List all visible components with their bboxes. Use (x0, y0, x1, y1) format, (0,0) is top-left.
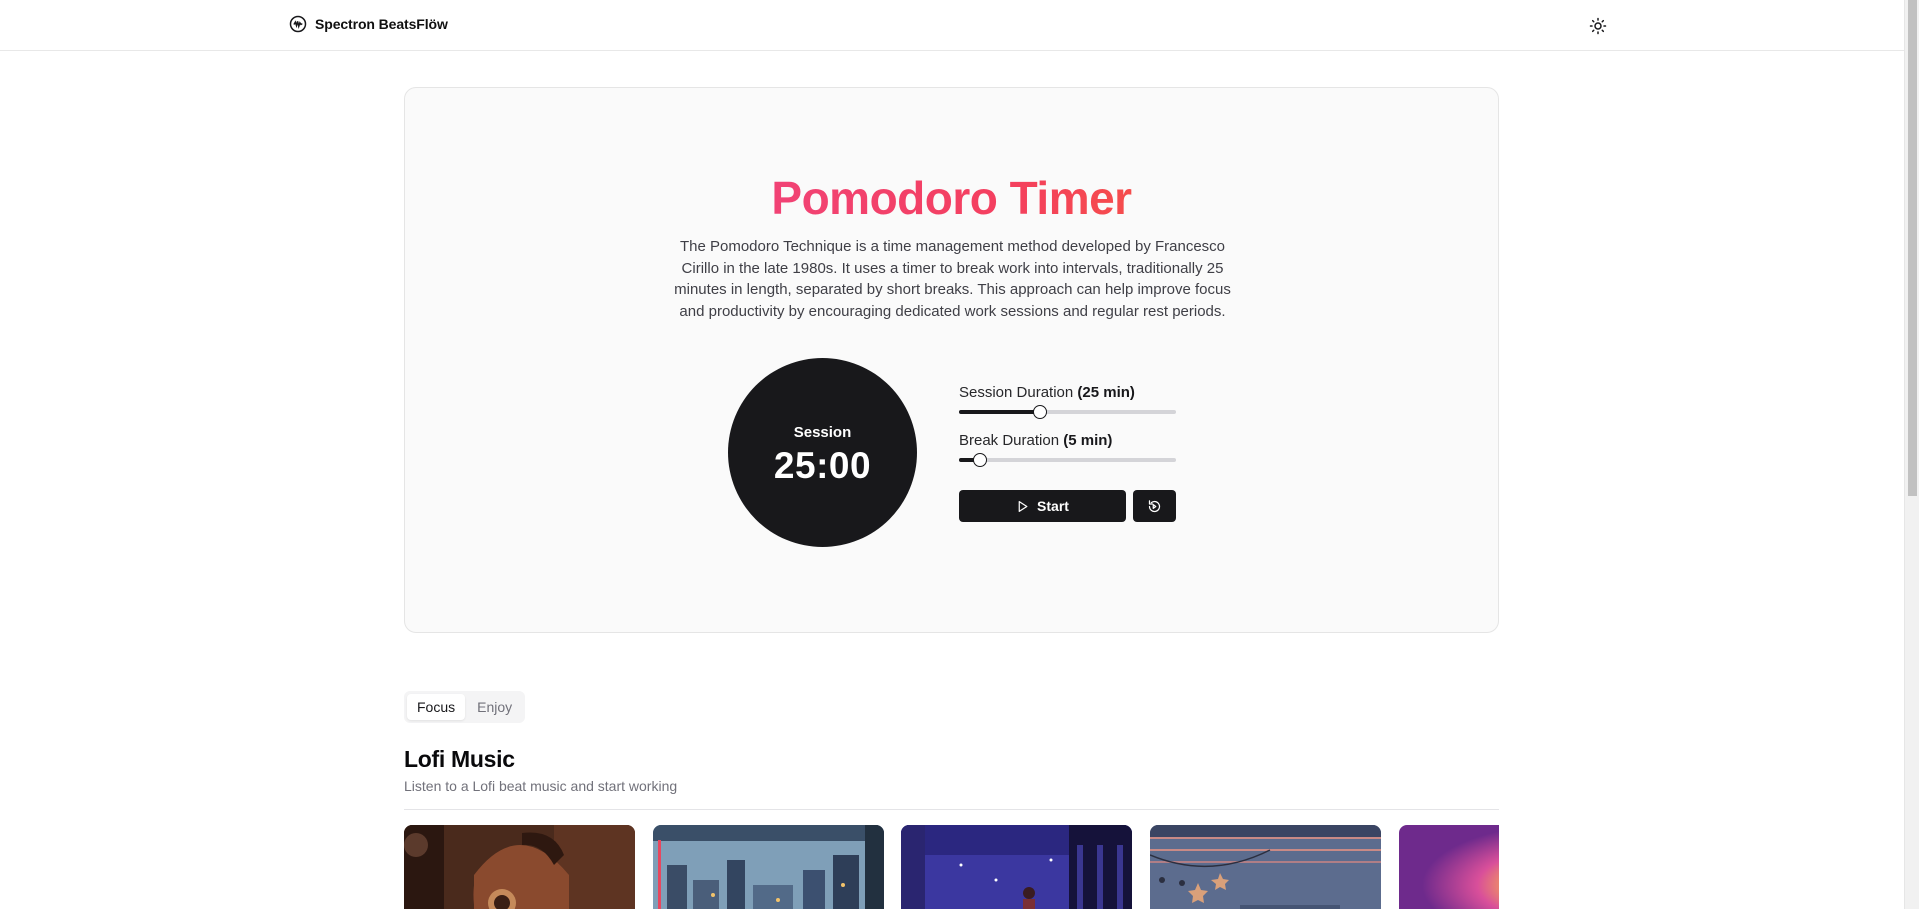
session-duration-value: (25 min) (1077, 384, 1135, 401)
slider-thumb[interactable] (973, 453, 987, 467)
session-duration-slider[interactable] (959, 405, 1176, 419)
card-thumbnail (901, 825, 1132, 909)
break-duration-label: Break Duration (5 min) (959, 432, 1176, 449)
break-duration-value: (5 min) (1063, 432, 1113, 449)
lofi-card-rainy-city[interactable] (653, 825, 884, 909)
pomodoro-description: The Pomodoro Technique is a time managem… (674, 238, 1231, 321)
break-duration-text: Break Duration (959, 432, 1060, 449)
play-icon (1018, 500, 1028, 512)
timer-mode-label: Session (793, 424, 852, 441)
top-navigation-bar: Spectron BeatsFlöw (0, 0, 1904, 51)
reset-button[interactable] (1133, 490, 1176, 522)
brand-name: Spectron BeatsFlöw (315, 16, 448, 32)
music-card-list (404, 825, 1499, 909)
music-mode-tabs: Focus Enjoy (404, 691, 526, 723)
sun-icon (1589, 17, 1607, 35)
break-duration-slider[interactable] (959, 453, 1176, 467)
lofi-card-night-window[interactable] (901, 825, 1132, 909)
timer-controls: Session Duration (25 min) Break Duration… (959, 384, 1176, 522)
lofi-card-headphones-girl[interactable] (404, 825, 635, 909)
session-duration-label: Session Duration (25 min) (959, 384, 1176, 401)
waveform-logo-icon (289, 15, 307, 33)
section-subtitle: Listen to a Lofi beat music and start wo… (404, 778, 678, 794)
pomodoro-card: Pomodoro Timer The Pomodoro Technique is… (404, 87, 1499, 633)
scrollbar-thumb[interactable] (1908, 0, 1917, 496)
tab-focus[interactable]: Focus (407, 694, 466, 720)
session-duration-text: Session Duration (959, 384, 1074, 401)
theme-toggle-button[interactable] (1584, 14, 1612, 38)
brand[interactable]: Spectron BeatsFlöw (289, 15, 448, 33)
section-title: Lofi Music (404, 746, 515, 772)
timer-display: Session 25:00 (728, 358, 917, 547)
slider-thumb[interactable] (1033, 405, 1047, 419)
lofi-card-star-lights[interactable] (1150, 825, 1381, 909)
timer-countdown: 25:00 (773, 445, 872, 486)
reset-icon (1148, 499, 1161, 512)
start-button[interactable]: Start (959, 490, 1126, 522)
card-thumbnail (1150, 825, 1381, 909)
page-title: Pomodoro Timer (405, 171, 1498, 225)
page-scrollbar[interactable] (1904, 0, 1919, 909)
timer-buttons: Start (959, 490, 1176, 522)
section-divider (404, 809, 1499, 810)
card-thumbnail (404, 825, 635, 909)
card-thumbnail (1399, 825, 1499, 909)
card-thumbnail (653, 825, 884, 909)
tab-enjoy[interactable]: Enjoy (467, 694, 522, 720)
start-button-label: Start (1037, 498, 1069, 514)
slider-fill (959, 410, 1040, 414)
slider-track (959, 458, 1176, 462)
lofi-card-sunset-sun[interactable] (1399, 825, 1499, 909)
